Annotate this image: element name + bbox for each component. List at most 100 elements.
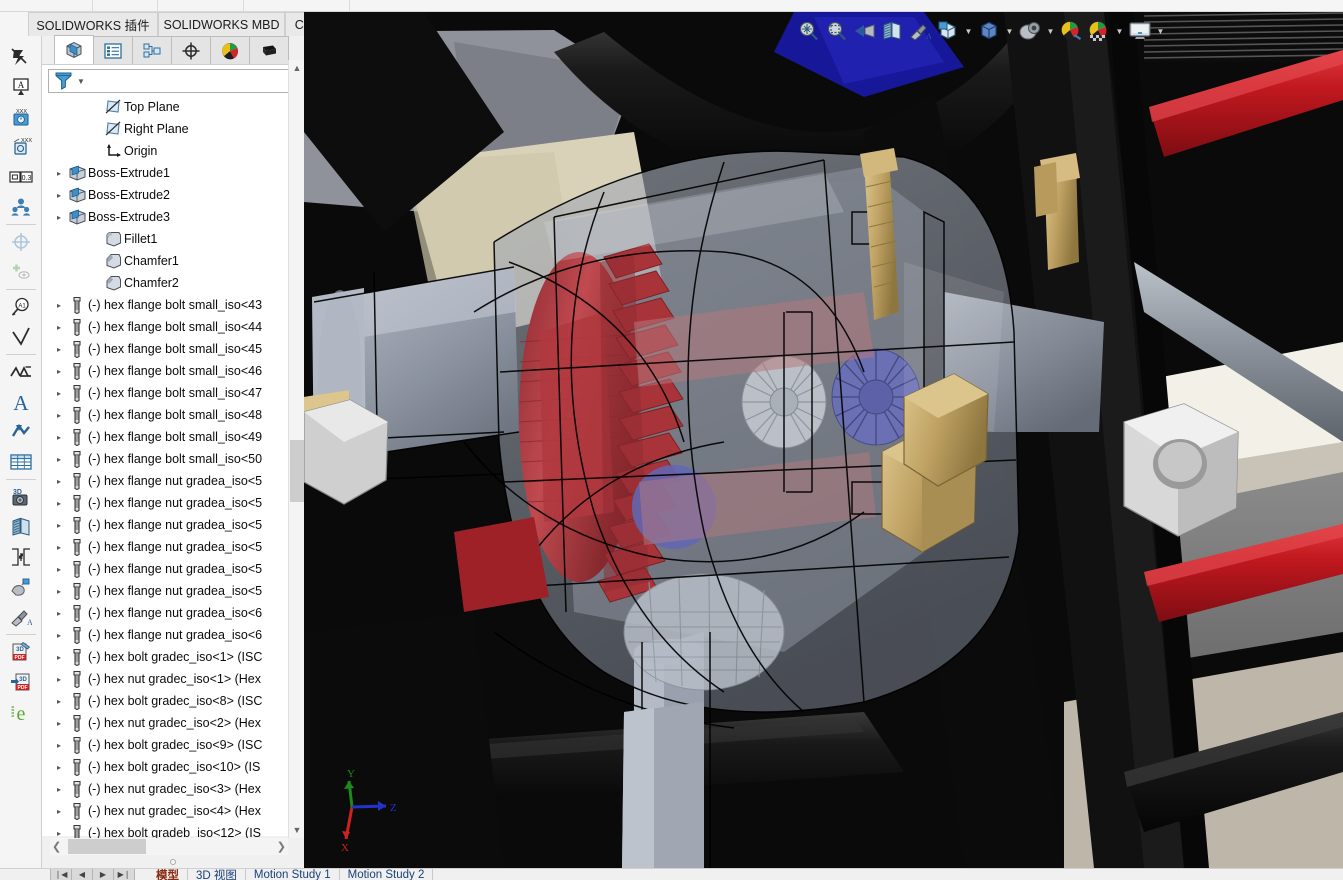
feature-tree-item[interactable]: Chamfer1 (42, 250, 290, 272)
feature-tree-item[interactable]: ▸ (-) hex flange nut gradea_iso<5 (42, 514, 290, 536)
note-a-icon[interactable]: A (0, 387, 42, 417)
feature-tree-item[interactable]: ▸ (-) hex nut gradec_iso<3> (Hex (42, 778, 290, 800)
chevron-right-icon[interactable]: ▸ (52, 301, 66, 310)
feature-tree-item[interactable]: ▸ Boss-Extrude3 (42, 206, 290, 228)
magnetic-line-icon[interactable] (0, 417, 42, 447)
3d-view-capture-icon[interactable]: 3D (0, 482, 42, 512)
dimxpert-icon[interactable]: XXX (0, 132, 42, 162)
flyout-tools-icon[interactable] (0, 42, 42, 72)
feature-tree-item[interactable]: ▸ Boss-Extrude1 (42, 162, 290, 184)
chevron-down-icon[interactable]: ▼ (1004, 16, 1015, 46)
scroll-up-button[interactable]: ▲ (289, 60, 305, 76)
zoom-to-area-icon[interactable] (823, 16, 849, 46)
feature-tree-item[interactable]: ▸ (-) hex flange bolt small_iso<50 (42, 448, 290, 470)
property-manager-tab[interactable] (93, 36, 133, 64)
chevron-right-icon[interactable]: ▸ (52, 697, 66, 706)
feature-tree-item[interactable]: ▸ Boss-Extrude2 (42, 184, 290, 206)
feature-tree-item[interactable]: ▸ (-) hex flange bolt small_iso<45 (42, 338, 290, 360)
feature-tree-item[interactable]: Origin (42, 140, 290, 162)
feature-tree-item[interactable]: ▸ (-) hex flange nut gradea_iso<5 (42, 470, 290, 492)
zoom-to-fit-icon[interactable] (795, 16, 821, 46)
feature-tree-item[interactable]: ▸ (-) hex bolt gradec_iso<8> (ISC (42, 690, 290, 712)
feature-tree-item[interactable]: ▸ (-) hex flange bolt small_iso<44 (42, 316, 290, 338)
feature-tree-item[interactable]: ▸ (-) hex flange nut gradea_iso<6 (42, 624, 290, 646)
feature-tree-item[interactable]: ▸ (-) hex flange bolt small_iso<49 (42, 426, 290, 448)
scroll-right-button[interactable]: ❯ (277, 840, 286, 853)
chevron-right-icon[interactable]: ▸ (52, 675, 66, 684)
section-view-icon[interactable] (879, 16, 905, 46)
feature-tree-item[interactable]: ▸ (-) hex flange nut gradea_iso<5 (42, 536, 290, 558)
previous-view-icon[interactable] (851, 16, 877, 46)
chevron-right-icon[interactable]: ▸ (52, 191, 66, 200)
datum-icon[interactable] (0, 192, 42, 222)
apply-scene-icon[interactable] (1086, 16, 1112, 46)
display-manager-tab[interactable] (210, 36, 250, 64)
section-view-icon[interactable] (0, 512, 42, 542)
tab-3d-view[interactable]: 3D 视图 (188, 869, 246, 880)
surface-finish-icon[interactable] (0, 322, 42, 352)
feature-tree-filter-input[interactable] (88, 74, 297, 88)
feature-tree-item[interactable]: ▸ (-) hex flange nut gradea_iso<5 (42, 580, 290, 602)
feature-tree-item[interactable]: ▸ (-) hex flange nut gradea_iso<5 (42, 558, 290, 580)
chevron-right-icon[interactable]: ▸ (52, 367, 66, 376)
circuitworks-tab[interactable] (249, 36, 289, 64)
chevron-right-icon[interactable]: ▸ (52, 587, 66, 596)
feature-tree-item[interactable]: ▸ (-) hex bolt gradec_iso<9> (ISC (42, 734, 290, 756)
panel-splitter-grip[interactable] (42, 856, 304, 868)
rotate-view-icon[interactable] (0, 572, 42, 602)
feature-tree-item[interactable]: ▸ (-) hex flange bolt small_iso<46 (42, 360, 290, 382)
nav-next-button[interactable]: ▶ (92, 869, 114, 880)
weld-symbol-icon[interactable] (0, 357, 42, 387)
edrawings-icon[interactable]: e (0, 697, 42, 727)
tab-motion-study-1[interactable]: Motion Study 1 (246, 869, 340, 880)
configuration-manager-tab[interactable] (132, 36, 172, 64)
chevron-right-icon[interactable]: ▸ (52, 807, 66, 816)
chevron-right-icon[interactable]: ▸ (52, 433, 66, 442)
geometric-tolerance-icon[interactable] (0, 227, 42, 257)
chevron-right-icon[interactable]: ▸ (52, 499, 66, 508)
filter-dropdown-caret[interactable]: ▼ (77, 77, 85, 86)
feature-tree-item[interactable]: ▸ (-) hex flange bolt small_iso<43 (42, 294, 290, 316)
table-icon[interactable] (0, 447, 42, 477)
chevron-right-icon[interactable]: ▸ (52, 741, 66, 750)
chevron-down-icon[interactable]: ▼ (1155, 16, 1166, 46)
appearance-paint-icon[interactable]: A (0, 602, 42, 632)
export-3d-pdf-icon[interactable]: 3D PDF (0, 667, 42, 697)
nav-prev-button[interactable]: ◀ (71, 869, 93, 880)
feature-tree-tab[interactable] (54, 35, 94, 64)
ribbon-tab-solidworks-mbd[interactable]: SOLIDWORKS MBD (158, 12, 285, 36)
feature-tree-item[interactable]: ▸ (-) hex bolt gradec_iso<10> (IS (42, 756, 290, 778)
view-appearance-icon[interactable]: A (907, 16, 933, 46)
scroll-down-button[interactable]: ▼ (289, 822, 305, 838)
chevron-right-icon[interactable]: ▸ (52, 719, 66, 728)
annotation-text-icon[interactable]: A (0, 72, 42, 102)
chevron-right-icon[interactable]: ▸ (52, 323, 66, 332)
chevron-right-icon[interactable]: ▸ (52, 543, 66, 552)
hide-show-items-icon[interactable] (1017, 16, 1043, 46)
chevron-down-icon[interactable]: ▼ (963, 16, 974, 46)
chevron-right-icon[interactable]: ▸ (52, 631, 66, 640)
view-settings-icon[interactable] (1127, 16, 1153, 46)
ribbon-tab-solidworks-addins[interactable]: SOLIDWORKS 插件 (28, 12, 158, 36)
break-view-icon[interactable] (0, 542, 42, 572)
chevron-down-icon[interactable]: ▼ (1045, 16, 1056, 46)
chevron-right-icon[interactable]: ▸ (52, 345, 66, 354)
edit-appearance-icon[interactable] (1058, 16, 1084, 46)
chevron-right-icon[interactable]: ▸ (52, 763, 66, 772)
chevron-right-icon[interactable]: ▸ (52, 477, 66, 486)
chevron-right-icon[interactable]: ▸ (52, 785, 66, 794)
tolerance-status-icon[interactable]: 0.3 (0, 162, 42, 192)
feature-tree-item[interactable]: Top Plane (42, 96, 290, 118)
chevron-right-icon[interactable]: ▸ (52, 213, 66, 222)
smart-dimension-icon[interactable]: XXX (0, 102, 42, 132)
feature-tree[interactable]: Top Plane Right Plane Origin ▸ Boss-Extrude1… (42, 96, 290, 866)
feature-tree-item[interactable]: ▸ (-) hex flange bolt small_iso<48 (42, 404, 290, 426)
dimxpert-manager-tab[interactable] (171, 36, 211, 64)
nav-last-button[interactable]: ▶❘ (113, 869, 135, 880)
scroll-thumb[interactable] (290, 440, 304, 502)
chevron-right-icon[interactable]: ▸ (52, 609, 66, 618)
feature-tree-item[interactable]: Fillet1 (42, 228, 290, 250)
add-datum-icon[interactable] (0, 257, 42, 287)
chevron-right-icon[interactable]: ▸ (52, 169, 66, 178)
chevron-right-icon[interactable]: ▸ (52, 653, 66, 662)
